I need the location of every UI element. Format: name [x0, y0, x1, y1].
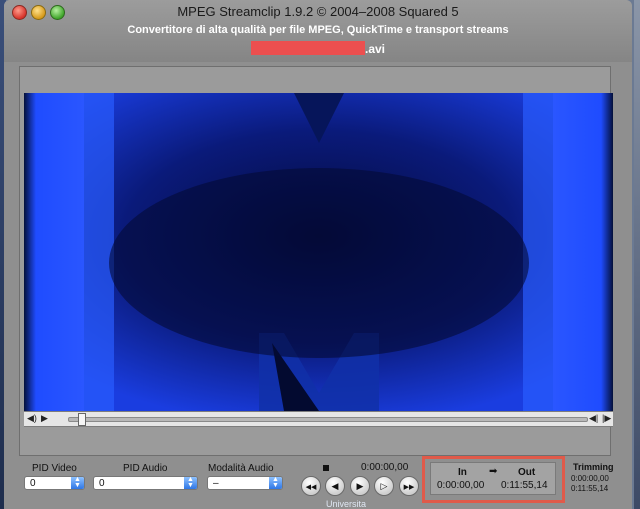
title-bar[interactable]: MPEG Streamclip 1.9.2 © 2004–2008 Square…: [4, 0, 632, 62]
timeline-scrubber[interactable]: ◀) ▶ ◀| |▶: [24, 411, 613, 427]
current-time: 0:00:00,00: [361, 462, 409, 473]
desktop-folder-label[interactable]: Universita: [326, 499, 366, 509]
step-back-icon[interactable]: ◀|: [589, 413, 598, 424]
pid-video-value: 0: [30, 478, 36, 489]
audio-mode-value: –: [213, 478, 219, 489]
play-small-icon[interactable]: ▶: [41, 413, 48, 424]
redacted-filename: [250, 41, 365, 55]
out-time[interactable]: 0:11:55,14: [501, 480, 548, 491]
next-frame-icon: ▷: [380, 481, 388, 491]
fast-forward-icon: ▶▶: [403, 484, 415, 491]
timeline-track[interactable]: [68, 417, 588, 422]
pid-video-select[interactable]: 0 ▲ ▼: [24, 476, 85, 490]
chevron-updown-icon: ▲ ▼: [269, 476, 282, 489]
stop-icon[interactable]: [323, 465, 329, 471]
step-forward-icon[interactable]: |▶: [602, 413, 611, 424]
pid-audio-select[interactable]: 0 ▲ ▼: [93, 476, 198, 490]
next-frame-button[interactable]: ▷: [374, 476, 394, 496]
out-label: Out: [518, 467, 536, 478]
playhead-handle[interactable]: [78, 413, 86, 426]
rewind-icon: ◀◀: [305, 484, 317, 491]
go-to-end-button[interactable]: ▶▶: [399, 476, 419, 496]
trimming-start: 0:00:00,00: [571, 474, 609, 483]
window-title: MPEG Streamclip 1.9.2 © 2004–2008 Square…: [177, 4, 459, 19]
window-subtitle: Convertitore di alta qualità per file MP…: [127, 24, 509, 36]
file-name: .avi: [4, 41, 632, 56]
pid-audio-label: PID Audio: [123, 463, 168, 474]
trimming-label: Trimming: [573, 462, 614, 472]
video-preview[interactable]: [24, 93, 613, 411]
chevron-updown-icon: ▲ ▼: [184, 476, 197, 489]
in-time[interactable]: 0:00:00,00: [437, 480, 484, 491]
play-icon: ▶: [356, 481, 364, 491]
audio-mode-label: Modalità Audio: [208, 463, 274, 474]
audio-mode-select[interactable]: – ▲ ▼: [207, 476, 283, 490]
arrow-right-icon: ➡: [489, 466, 498, 477]
go-to-start-button[interactable]: ◀◀: [301, 476, 321, 496]
volume-icon[interactable]: ◀): [27, 413, 37, 424]
chevron-updown-icon: ▲ ▼: [71, 476, 84, 489]
pid-audio-value: 0: [99, 478, 105, 489]
in-label: In: [458, 467, 467, 478]
video-frame: [24, 93, 613, 411]
desktop-right-edge: [634, 0, 640, 509]
file-extension: .avi: [364, 42, 385, 56]
pid-video-label: PID Video: [32, 463, 77, 474]
trimming-end: 0:11:55,14: [571, 484, 609, 493]
previous-icon: ◀: [331, 481, 339, 491]
previous-frame-button[interactable]: ◀: [325, 476, 345, 496]
play-button[interactable]: ▶: [350, 476, 370, 496]
